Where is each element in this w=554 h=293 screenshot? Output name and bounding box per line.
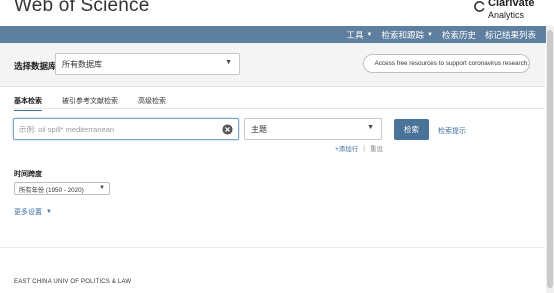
more-settings-label: 更多设置	[14, 209, 42, 216]
nav-tools-menu[interactable]: 工具 ▼	[347, 29, 373, 41]
organization-name: EAST CHINA UNIV OF POLITICS & LAW	[14, 279, 132, 285]
nav-marked-list[interactable]: 标记结果列表	[485, 29, 536, 41]
covid-resources-text: Access free resources to support coronav…	[374, 60, 529, 67]
row-actions: +添加行 | 重设	[335, 143, 383, 154]
database-selected-value: 所有数据库	[62, 60, 102, 69]
timespan-select[interactable]: 所有年份 (1950 - 2020) ▼	[14, 182, 110, 195]
nav-search-track-label: 检索和跟踪	[381, 29, 425, 40]
chevron-down-icon: ▼	[99, 185, 105, 191]
chevron-down-icon: ▼	[427, 31, 433, 38]
nav-search-history[interactable]: 检索历史	[442, 29, 476, 41]
reset-link[interactable]: 重设	[370, 143, 383, 153]
search-field-value: 主题	[251, 125, 267, 134]
chevron-down-icon: ▼	[367, 124, 374, 131]
nav-tools-label: 工具	[346, 29, 364, 40]
tabs-divider	[14, 108, 544, 109]
separator: |	[363, 144, 365, 152]
timespan-selected-value: 所有年份 (1950 - 2020)	[19, 187, 84, 194]
brand-title[interactable]: Web of Science	[14, 0, 150, 17]
search-query-box[interactable]	[13, 118, 239, 140]
search-input[interactable]	[19, 123, 219, 136]
chevron-down-icon: ▼	[46, 209, 52, 215]
publisher-subname: Analytics	[488, 10, 525, 20]
bell-icon	[370, 63, 371, 64]
clarivate-logo[interactable]: Clarivate Analytics	[474, 0, 534, 20]
top-navigation-bar: 工具 ▼ 检索和跟踪 ▼ 检索历史 标记结果列表	[0, 26, 554, 43]
search-field-select[interactable]: 主题 ▼	[244, 118, 382, 140]
footer-divider	[0, 247, 545, 248]
search-button[interactable]: 检索	[394, 119, 429, 140]
database-select[interactable]: 所有数据库 ▼	[55, 53, 240, 75]
nav-marked-list-label: 标记结果列表	[484, 29, 536, 40]
search-tips-link[interactable]: 检索提示	[438, 126, 466, 136]
page-scrollbar[interactable]	[546, 26, 554, 293]
clear-icon[interactable]	[222, 124, 233, 135]
chevron-down-icon: ▼	[225, 59, 232, 66]
covid-resources-link[interactable]: Access free resources to support coronav…	[363, 54, 530, 73]
publisher-name: Clarivate	[488, 0, 535, 9]
clarivate-logo-icon	[474, 1, 485, 12]
nav-search-history-label: 检索历史	[441, 29, 476, 40]
scrollbar-thumb[interactable]	[547, 30, 553, 288]
more-settings-toggle[interactable]: 更多设置 ▼	[14, 207, 52, 217]
nav-search-track-menu[interactable]: 检索和跟踪 ▼	[382, 29, 433, 41]
chevron-down-icon: ▼	[366, 31, 373, 38]
database-bar: 选择数据库 所有数据库 ▼ Access free resources to s…	[0, 43, 545, 87]
add-row-link[interactable]: +添加行	[335, 143, 358, 153]
database-label: 选择数据库	[14, 61, 57, 71]
timespan-label: 时间跨度	[14, 171, 42, 178]
